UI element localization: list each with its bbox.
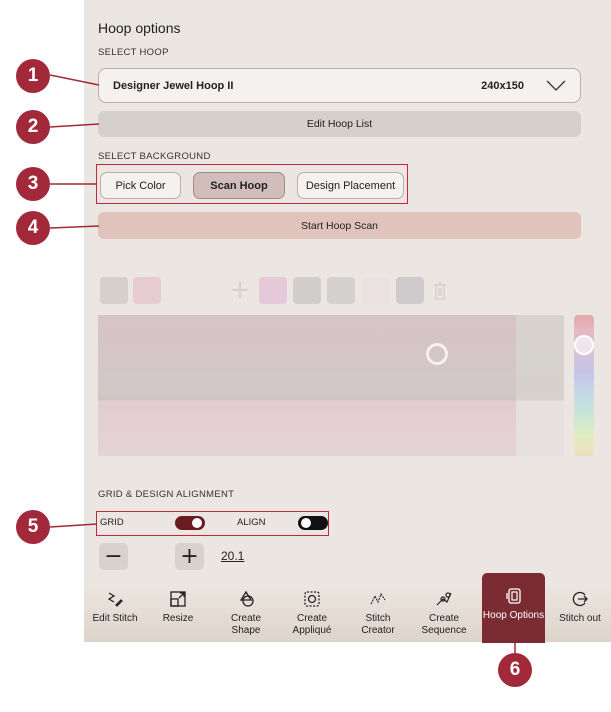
applique-icon — [304, 591, 320, 607]
hoop-select-dropdown[interactable]: Designer Jewel Hoop II 240x150 — [98, 68, 581, 103]
callout-1: 1 — [16, 59, 50, 93]
edit-hoop-list-button[interactable]: Edit Hoop List — [98, 111, 581, 137]
color-picker-area[interactable] — [98, 315, 516, 456]
grid-align-highlight — [96, 511, 329, 536]
trash-icon[interactable] — [428, 278, 452, 304]
create-sequence-button[interactable]: Create Sequence — [414, 585, 474, 643]
hoop-options-panel: Hoop options SELECT HOOP Designer Jewel … — [84, 0, 611, 585]
stitch-creator-label: Stitch Creator — [361, 613, 395, 636]
start-hoop-scan-button[interactable]: Start Hoop Scan — [98, 212, 581, 239]
sequence-icon — [436, 592, 452, 606]
create-applique-label: Create Appliqué — [292, 613, 332, 636]
stitch-out-label: Stitch out — [559, 613, 601, 624]
grid-alignment-label: GRID & DESIGN ALIGNMENT — [98, 489, 235, 500]
color-picker-cursor[interactable] — [426, 343, 448, 365]
custom-color-swatch[interactable] — [327, 277, 355, 304]
edit-stitch-button[interactable]: Edit Stitch — [85, 585, 145, 643]
callout-5: 5 — [16, 510, 50, 544]
edit-stitch-label: Edit Stitch — [92, 613, 138, 624]
create-shape-label: Create Shape — [230, 613, 261, 636]
previous-color-swatch — [133, 277, 161, 304]
color-picker-edge — [516, 315, 564, 456]
resize-label: Resize — [162, 613, 194, 624]
create-shape-button[interactable]: Create Shape — [216, 585, 276, 643]
callout-6: 6 — [498, 653, 532, 687]
hoop-name: Designer Jewel Hoop II — [113, 79, 234, 92]
hoop-size: 240x150 — [481, 79, 524, 92]
resize-icon — [170, 591, 186, 607]
callout-4: 4 — [16, 211, 50, 245]
custom-color-swatch[interactable] — [293, 277, 321, 304]
grid-size-value[interactable]: 20.1 — [221, 549, 244, 563]
custom-color-swatch[interactable] — [362, 277, 390, 304]
current-color-swatch — [100, 277, 128, 304]
increase-grid-button[interactable]: + — [175, 543, 204, 570]
hoop-options-label: Hoop Options — [482, 610, 545, 621]
select-hoop-label: SELECT HOOP — [98, 47, 169, 58]
select-background-label: SELECT BACKGROUND — [98, 151, 211, 162]
custom-color-swatch[interactable] — [396, 277, 424, 304]
stitch-creator-button[interactable]: Stitch Creator — [348, 585, 408, 643]
shape-icon — [239, 590, 254, 607]
resize-button[interactable]: Resize — [148, 585, 208, 643]
callout-2: 2 — [16, 110, 50, 144]
decrease-grid-button[interactable]: − — [99, 543, 128, 570]
stitch-out-button[interactable]: Stitch out — [550, 585, 610, 643]
hoop-options-button[interactable]: Hoop Options — [482, 573, 545, 643]
custom-color-swatch[interactable] — [259, 277, 287, 304]
edit-stitch-icon — [107, 592, 123, 607]
hoop-options-icon — [505, 588, 521, 604]
callout-3: 3 — [16, 167, 50, 201]
stitch-creator-icon — [370, 592, 386, 605]
plus-icon[interactable]: + — [227, 277, 253, 304]
hue-slider-handle[interactable] — [574, 335, 594, 355]
create-sequence-label: Create Sequence — [421, 613, 467, 636]
chevron-down-icon — [546, 80, 566, 91]
stitch-out-icon — [572, 591, 588, 607]
create-applique-button[interactable]: Create Appliqué — [282, 585, 342, 643]
panel-title: Hoop options — [98, 20, 181, 36]
background-options-highlight — [96, 164, 408, 204]
